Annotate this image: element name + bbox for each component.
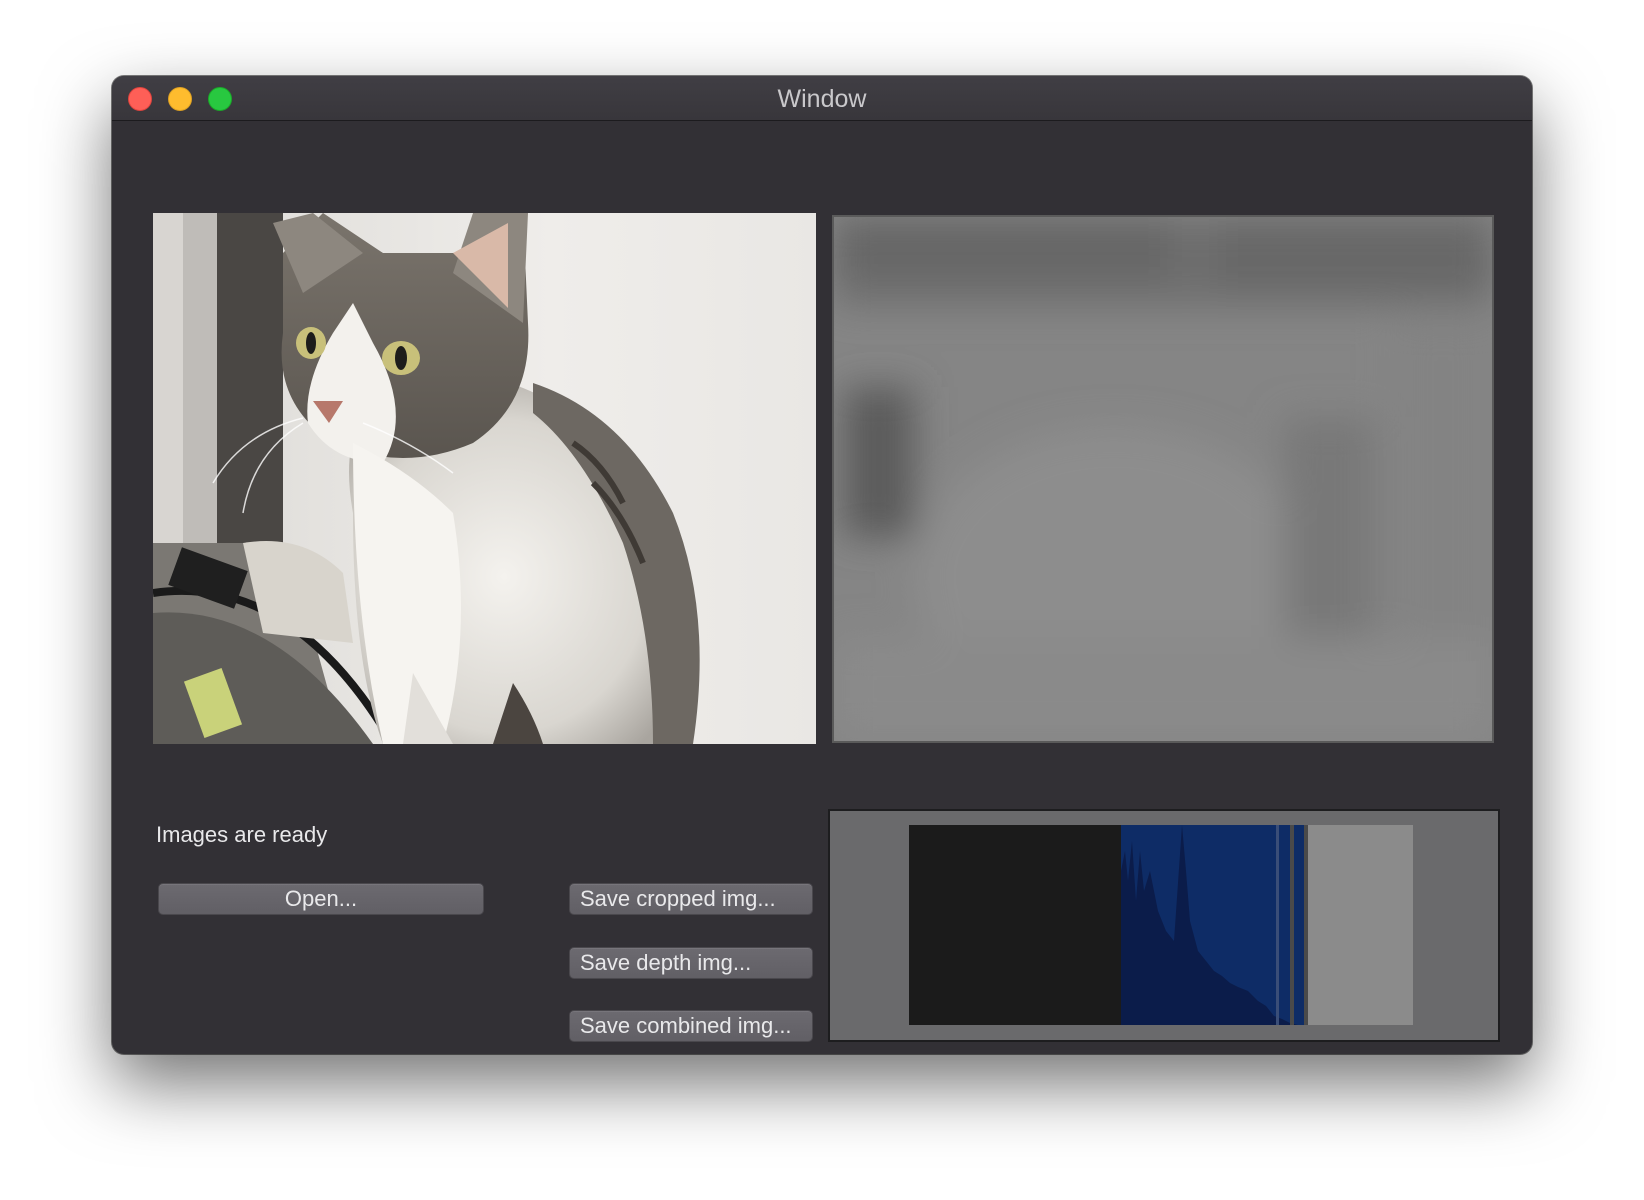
depth-map (834, 217, 1492, 741)
histogram-panel[interactable] (828, 809, 1500, 1042)
app-window: Window Images are ready Open... Save cro… (112, 76, 1532, 1054)
histogram-low-range (909, 825, 1121, 1025)
save-depth-button[interactable]: Save depth img... (569, 947, 813, 979)
cat-photo (153, 213, 816, 744)
histogram-marker (1290, 825, 1294, 1025)
save-cropped-button[interactable]: Save cropped img... (569, 883, 813, 915)
window-title: Window (777, 85, 867, 113)
histogram[interactable] (830, 811, 1498, 1040)
status-label: Images are ready (156, 822, 328, 847)
save-combined-button[interactable]: Save combined img... (569, 1010, 813, 1042)
open-button[interactable]: Open... (158, 883, 484, 915)
depth-image (832, 215, 1494, 743)
histogram-range-handle[interactable] (1304, 825, 1308, 1025)
source-image (153, 213, 816, 744)
histogram-high-range (1308, 825, 1413, 1025)
title-bar: Window (112, 76, 1532, 121)
histogram-marker (1276, 825, 1279, 1025)
